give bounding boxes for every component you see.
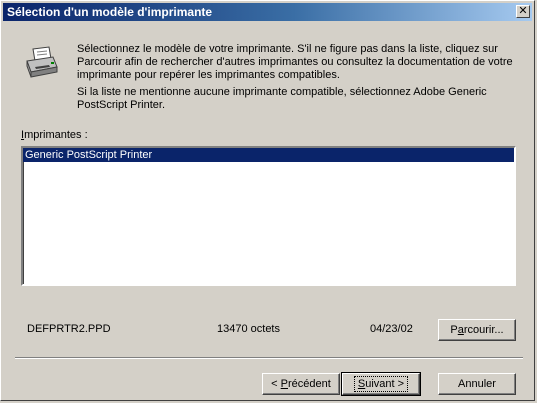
ppd-date: 04/23/02 [370, 323, 413, 335]
next-button[interactable]: Suivant > [341, 372, 421, 396]
ppd-filename: DEFPRTR2.PPD [27, 323, 111, 335]
instructions-paragraph-1: Sélectionnez le modèle de votre impriman… [77, 43, 513, 81]
printers-listbox[interactable]: Generic PostScript Printer [21, 146, 516, 286]
browse-post: rcourir... [463, 324, 504, 336]
printers-list-label: Imprimantes : [21, 129, 88, 141]
back-button[interactable]: < Précédent [262, 373, 340, 395]
browse-button[interactable]: Parcourir... [438, 319, 516, 341]
back-pre: < [271, 378, 281, 390]
back-post: récédent [288, 378, 331, 390]
back-accel: P [280, 378, 288, 390]
browse-pre: P [450, 324, 458, 336]
next-focus-rect: Suivant > [353, 376, 409, 392]
close-button[interactable]: ✕ [516, 5, 530, 18]
title-bar[interactable]: Sélection d'un modèle d'imprimante ✕ [3, 3, 532, 21]
printer-icon [26, 46, 58, 78]
list-item[interactable]: Generic PostScript Printer [23, 148, 514, 162]
printers-label-rest: mprimantes : [24, 129, 88, 141]
window-title: Sélection d'un modèle d'imprimante [7, 5, 213, 19]
dialog-window: Sélection d'un modèle d'imprimante ✕ Sél… [0, 0, 535, 401]
footer-separator [15, 357, 523, 359]
instructions-paragraph-2: Si la liste ne mentionne aucune impriman… [77, 86, 487, 111]
cancel-button[interactable]: Annuler [438, 373, 516, 395]
next-post: uivant > [365, 378, 405, 390]
instructions: Sélectionnez le modèle de votre impriman… [77, 43, 517, 116]
close-icon: ✕ [518, 5, 528, 17]
ppd-size: 13470 octets [217, 323, 280, 335]
